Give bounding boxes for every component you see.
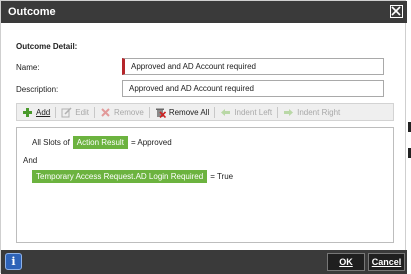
- remove-button[interactable]: Remove: [95, 104, 149, 120]
- outcome-dialog: Outcome Outcome Detail: Name: Approved a…: [0, 0, 407, 274]
- action-result-tag[interactable]: Action Result: [72, 136, 128, 149]
- indent-right-button[interactable]: Indent Right: [278, 104, 345, 120]
- criteria-condition: = True: [210, 172, 234, 181]
- indent-left-button[interactable]: Indent Left: [215, 104, 277, 120]
- edit-label: Edit: [75, 107, 90, 117]
- description-field[interactable]: Approved and AD Account required: [122, 80, 384, 97]
- ad-login-required-tag[interactable]: Temporary Access Request.AD Login Requir…: [32, 170, 208, 183]
- dialog-footer: i OK Cancel: [1, 250, 407, 274]
- dialog-title: Outcome: [8, 6, 56, 18]
- criteria-condition: = Approved: [130, 138, 172, 147]
- criteria-line: Temporary Access Request.AD Login Requir…: [29, 170, 233, 183]
- name-label: Name:: [16, 63, 40, 72]
- criteria-operator: And: [23, 156, 37, 165]
- add-button[interactable]: Add: [17, 104, 55, 120]
- plus-icon: [23, 107, 32, 117]
- info-icon: i: [11, 255, 16, 268]
- trash-icon: [155, 108, 166, 118]
- edit-button[interactable]: Edit: [56, 104, 94, 120]
- outcome-detail-heading: Outcome Detail:: [16, 42, 78, 51]
- edit-icon: [61, 106, 72, 117]
- dialog-titlebar: Outcome: [1, 1, 407, 23]
- arrow-left-icon: [221, 108, 231, 116]
- description-label: Description:: [16, 85, 59, 94]
- close-button[interactable]: [390, 5, 403, 18]
- criteria-line: All Slots of Action Result = Approved: [32, 136, 172, 149]
- close-icon: [391, 6, 401, 16]
- indent-right-label: Indent Right: [297, 107, 341, 117]
- cancel-button[interactable]: Cancel: [368, 253, 405, 271]
- criteria-toolbar: Add Edit Remove Remove All Indent Left I…: [16, 103, 394, 121]
- add-label: Add: [36, 107, 51, 117]
- and-operator: And: [23, 156, 38, 165]
- remove-x-icon: [101, 107, 110, 117]
- arrow-right-icon: [284, 108, 294, 116]
- ok-button[interactable]: OK: [327, 253, 365, 271]
- remove-all-button[interactable]: Remove All: [150, 104, 214, 120]
- remove-all-label: Remove All: [168, 107, 210, 117]
- name-field[interactable]: Approved and AD Account required: [122, 58, 384, 75]
- criteria-panel[interactable]: All Slots of Action Result = Approved An…: [16, 127, 394, 243]
- indent-left-label: Indent Left: [234, 107, 273, 117]
- info-button[interactable]: i: [5, 253, 22, 270]
- criteria-prefix: All Slots of: [32, 138, 70, 147]
- remove-label: Remove: [114, 107, 144, 117]
